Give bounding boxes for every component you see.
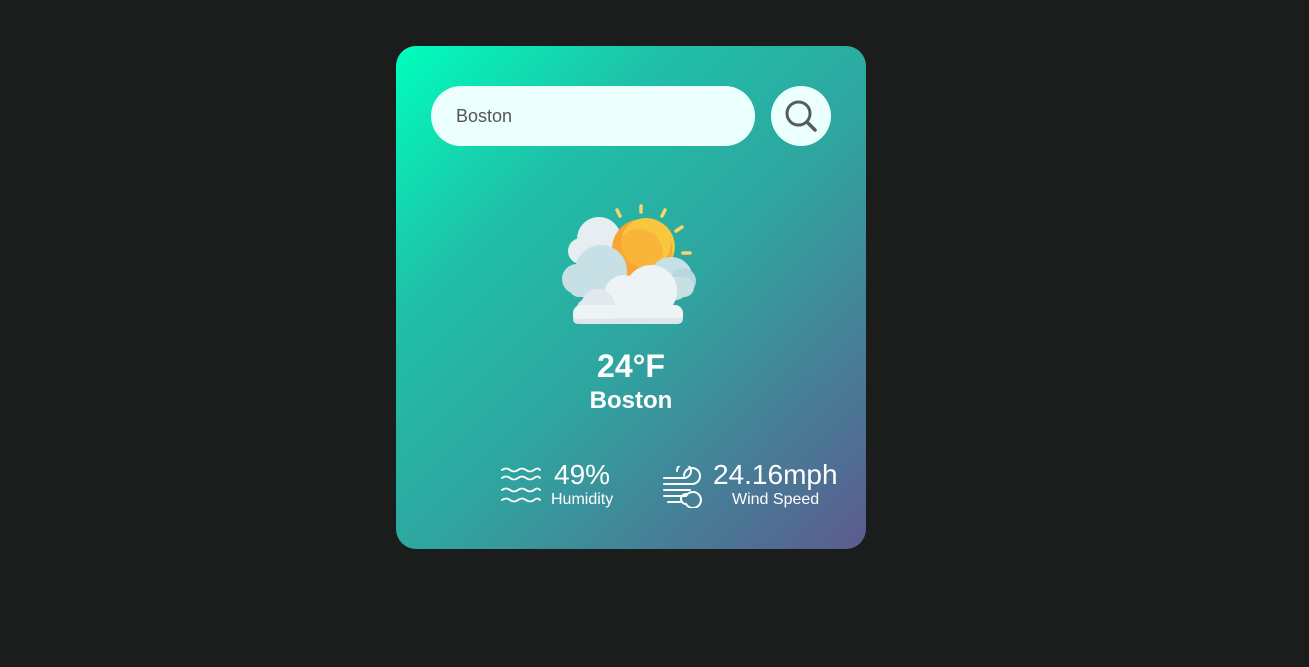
wind-speed-label: Wind Speed xyxy=(732,491,820,508)
humidity-value: 49% xyxy=(554,459,611,490)
waves-icon xyxy=(501,467,541,503)
partly-cloudy-sun-icon xyxy=(562,204,696,324)
wind-speed-value: 24.16mph xyxy=(713,459,838,490)
humidity-label: Humidity xyxy=(551,491,614,508)
wind-icon xyxy=(663,466,702,508)
search-button[interactable] xyxy=(771,86,831,146)
search-input[interactable] xyxy=(431,86,755,146)
temperature: 24°F xyxy=(597,348,665,384)
weather-card: 24°F Boston 49% Humidity 24.16mph Wind S… xyxy=(396,46,866,549)
search-icon xyxy=(785,100,817,132)
city-name: Boston xyxy=(589,387,673,414)
